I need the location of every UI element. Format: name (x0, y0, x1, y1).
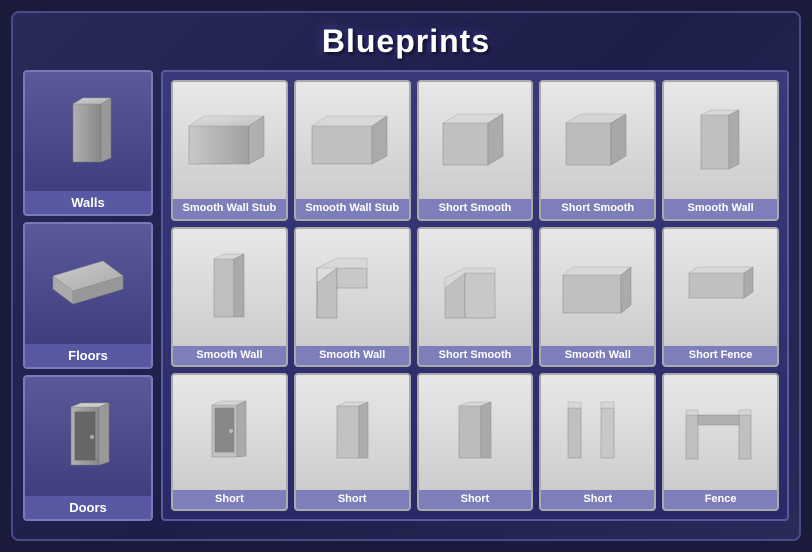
walls-label: Walls (25, 191, 151, 214)
doors-icon (25, 377, 151, 496)
grid-item-smooth-wall-2[interactable]: Smooth Wall (171, 227, 288, 368)
sidebar-item-floors[interactable]: Floors (23, 222, 153, 368)
short-fence-1-label: Short Fence (664, 346, 777, 365)
grid-item-short-smooth-3[interactable]: Short Smooth (417, 227, 534, 368)
grid-item-smooth-wall-stub-2[interactable]: Smooth Wall Stub (294, 80, 411, 221)
blueprint-grid: Smooth Wall Stub Smooth Wall Stub (171, 80, 779, 511)
floors-icon (25, 224, 151, 343)
sidebar: Walls (23, 70, 153, 521)
smooth-wall-2-icon (173, 229, 286, 346)
walls-icon (25, 72, 151, 191)
short-smooth-2-icon (541, 82, 654, 199)
sidebar-item-doors[interactable]: Doors (23, 375, 153, 521)
grid-item-short-1[interactable]: Short (171, 373, 288, 511)
short-1-icon (173, 375, 286, 489)
short-3-icon (419, 375, 532, 489)
short-fence-1-icon (664, 229, 777, 346)
grid-item-smooth-wall-stub-1[interactable]: Smooth Wall Stub (171, 80, 288, 221)
short-1-label: Short (173, 490, 286, 509)
short-smooth-1-label: Short Smooth (419, 199, 532, 218)
short-smooth-1-icon (419, 82, 532, 199)
smooth-wall-2-label: Smooth Wall (173, 346, 286, 365)
doors-label: Doors (25, 496, 151, 519)
short-4-icon (541, 375, 654, 489)
grid-item-short-2[interactable]: Short (294, 373, 411, 511)
fence-1-icon (664, 375, 777, 489)
smooth-wall-stub-1-label: Smooth Wall Stub (173, 199, 286, 218)
smooth-wall-stub-1-icon (173, 82, 286, 199)
smooth-wall-3-icon (296, 229, 409, 346)
short-2-icon (296, 375, 409, 489)
sidebar-item-walls[interactable]: Walls (23, 70, 153, 216)
smooth-wall-4-icon (541, 229, 654, 346)
smooth-wall-4-label: Smooth Wall (541, 346, 654, 365)
main-layout: Walls (23, 70, 789, 521)
page-title: Blueprints (23, 23, 789, 60)
grid-item-short-smooth-2[interactable]: Short Smooth (539, 80, 656, 221)
grid-item-smooth-wall-3[interactable]: Smooth Wall (294, 227, 411, 368)
short-4-label: Short (541, 490, 654, 509)
grid-item-short-3[interactable]: Short (417, 373, 534, 511)
fence-1-label: Fence (664, 490, 777, 509)
smooth-wall-1-icon (664, 82, 777, 199)
grid-item-short-4[interactable]: Short (539, 373, 656, 511)
grid-item-fence-1[interactable]: Fence (662, 373, 779, 511)
short-3-label: Short (419, 490, 532, 509)
blueprints-window: Blueprints (11, 11, 801, 541)
floors-label: Floors (25, 344, 151, 367)
smooth-wall-3-label: Smooth Wall (296, 346, 409, 365)
blueprint-grid-area: Smooth Wall Stub Smooth Wall Stub (161, 70, 789, 521)
grid-item-smooth-wall-1[interactable]: Smooth Wall (662, 80, 779, 221)
smooth-wall-1-label: Smooth Wall (664, 199, 777, 218)
short-smooth-3-icon (419, 229, 532, 346)
smooth-wall-stub-2-icon (296, 82, 409, 199)
grid-item-short-smooth-1[interactable]: Short Smooth (417, 80, 534, 221)
short-smooth-3-label: Short Smooth (419, 346, 532, 365)
grid-item-smooth-wall-4[interactable]: Smooth Wall (539, 227, 656, 368)
short-smooth-2-label: Short Smooth (541, 199, 654, 218)
smooth-wall-stub-2-label: Smooth Wall Stub (296, 199, 409, 218)
grid-item-short-fence-1[interactable]: Short Fence (662, 227, 779, 368)
short-2-label: Short (296, 490, 409, 509)
